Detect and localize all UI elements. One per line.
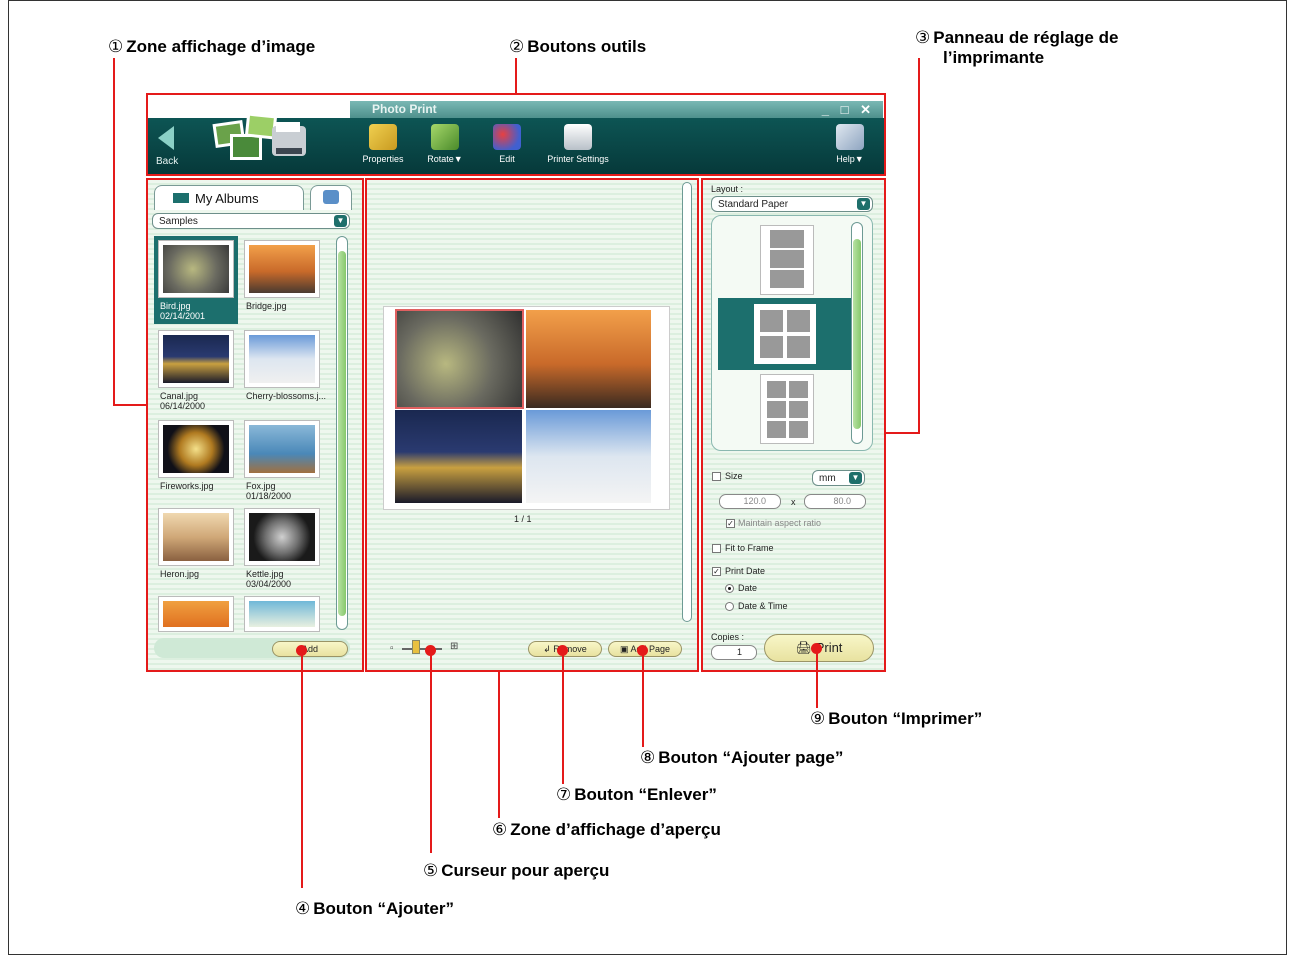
callout-add-page-button: ⑧ Bouton “Ajouter page” bbox=[640, 748, 844, 767]
leader-line-1 bbox=[113, 58, 115, 406]
leader-line-6 bbox=[498, 672, 500, 818]
callout-print-button: ⑨ Bouton “Imprimer” bbox=[810, 709, 983, 728]
callout-printer-panel: ③ Panneau de réglage de l’imprimante bbox=[915, 28, 1119, 67]
leader-line-3h bbox=[884, 432, 920, 434]
highlight-image-area bbox=[146, 178, 364, 672]
leader-line-4 bbox=[301, 650, 303, 888]
callout-image-area: ① Zone affichage d’image bbox=[108, 37, 316, 56]
leader-line-3 bbox=[918, 58, 920, 434]
callout-add-button: ④ Bouton “Ajouter” bbox=[295, 899, 454, 918]
callout-preview-slider: ⑤ Curseur pour aperçu bbox=[423, 861, 610, 880]
callout-remove-button: ⑦ Bouton “Enlever” bbox=[556, 785, 717, 804]
leader-line-8 bbox=[642, 650, 644, 747]
highlight-printer-panel bbox=[701, 178, 886, 672]
leader-line-7 bbox=[562, 650, 564, 784]
leader-line-5 bbox=[430, 650, 432, 853]
leader-line-2 bbox=[515, 58, 517, 95]
leader-line-9 bbox=[816, 648, 818, 708]
highlight-preview-area bbox=[365, 178, 699, 672]
leader-line-1h bbox=[113, 404, 148, 406]
callout-preview-area: ⑥ Zone d’affichage d’aperçu bbox=[492, 820, 721, 839]
callout-tool-buttons: ② Boutons outils bbox=[509, 37, 647, 56]
highlight-toolbar bbox=[146, 93, 886, 176]
